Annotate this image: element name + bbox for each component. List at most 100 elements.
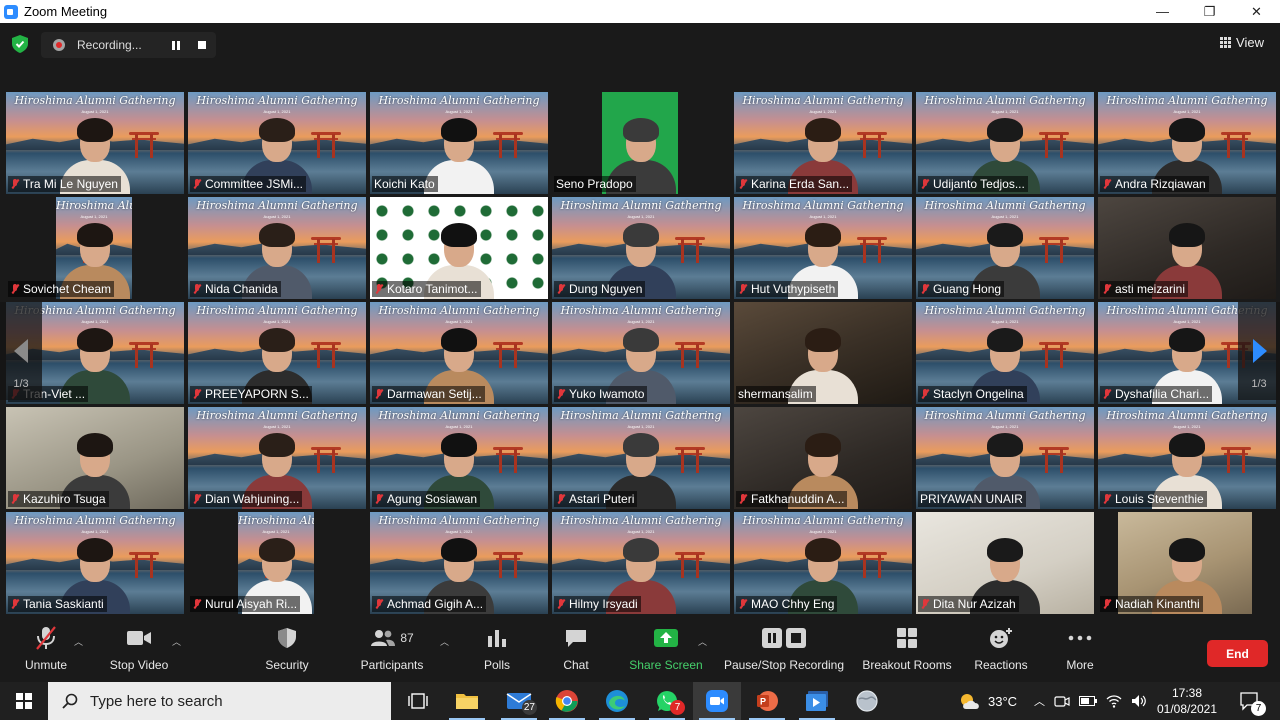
participant-tile[interactable]: Kotaro Tanimot... <box>370 197 548 299</box>
virtual-background-title: Hiroshima Alumni Gathering <box>560 514 722 527</box>
participant-tile[interactable]: shermansalim <box>734 302 912 404</box>
chat-button[interactable]: Chat <box>559 620 593 682</box>
participant-tile[interactable]: Hiroshima Alumni GatheringAugust 1, 2021… <box>6 92 184 194</box>
zoom-taskbar-button[interactable] <box>693 682 741 720</box>
next-page-button[interactable]: 1/3 <box>1238 302 1280 400</box>
virtual-background-title: Hiroshima Alumni Gathering <box>196 304 358 317</box>
participant-tile[interactable]: Hiroshima Alumni GatheringAugust 1, 2021… <box>734 92 912 194</box>
security-button[interactable]: Security <box>262 620 312 682</box>
muted-mic-icon <box>920 388 930 400</box>
participant-tile[interactable]: Hiroshima Alumni GatheringAugust 1, 2021… <box>1098 407 1276 509</box>
participant-tile[interactable]: Hiroshima Alumni GatheringAugust 1, 2021… <box>734 197 912 299</box>
participants-options-caret[interactable]: ︿ <box>440 620 450 647</box>
wifi-icon[interactable] <box>1106 694 1122 708</box>
participant-name-label: Nida Chanida <box>190 281 281 297</box>
participant-tile[interactable]: Hiroshima Alumni GatheringAugust 1, 2021… <box>188 512 366 614</box>
pause-recording-button[interactable] <box>167 36 185 54</box>
video-options-caret[interactable]: ︿ <box>172 620 182 647</box>
end-meeting-button[interactable]: End <box>1207 640 1268 667</box>
whatsapp-button[interactable]: 7 <box>643 682 691 720</box>
pinned-app-button[interactable] <box>843 682 891 720</box>
participant-tile[interactable]: Hiroshima Alumni GatheringAugust 1, 2021… <box>188 197 366 299</box>
participant-tile[interactable]: Fatkhanuddin A... <box>734 407 912 509</box>
share-screen-arrow-icon <box>654 629 678 647</box>
start-button[interactable] <box>0 682 48 720</box>
participant-tile[interactable]: Seno Pradopo <box>552 92 730 194</box>
participants-button[interactable]: 87 Participants <box>356 620 428 682</box>
search-icon <box>62 693 78 709</box>
participant-name-label: Tania Saskianti <box>8 596 107 612</box>
participant-tile[interactable]: Hiroshima Alumni GatheringAugust 1, 2021… <box>916 92 1094 194</box>
participant-name: PREEYAPORN S... <box>205 387 309 401</box>
task-view-button[interactable] <box>394 682 442 720</box>
participant-tile[interactable]: Hiroshima Alumni GatheringAugust 1, 2021… <box>370 92 548 194</box>
participant-tile[interactable]: Hiroshima Alumni GatheringAugust 1, 2021… <box>916 197 1094 299</box>
participant-tile[interactable]: Hiroshima Alumni GatheringAugust 1, 2021… <box>734 512 912 614</box>
torii-gate-graphic <box>493 447 523 473</box>
virtual-background-title: Hiroshima Alumni Gathering <box>560 304 722 317</box>
participant-tile[interactable]: Kazuhiro Tsuga <box>6 407 184 509</box>
stop-video-button[interactable]: Stop Video <box>104 620 174 682</box>
participant-tile[interactable]: Hiroshima Alumni GatheringAugust 1, 2021… <box>370 407 548 509</box>
share-options-caret[interactable]: ︿ <box>698 620 708 647</box>
participant-tile[interactable]: Hiroshima Alumni GatheringAugust 1, 2021… <box>552 407 730 509</box>
participant-tile[interactable]: Hiroshima Alumni GatheringAugust 1, 2021… <box>552 197 730 299</box>
edge-button[interactable] <box>593 682 641 720</box>
powerpoint-button[interactable]: P <box>743 682 791 720</box>
participant-tile[interactable]: Hiroshima Alumni GatheringAugust 1, 2021… <box>370 302 548 404</box>
participant-tile[interactable]: Dita Nur Azizah <box>916 512 1094 614</box>
participant-tile[interactable]: Hiroshima Alumni GatheringAugust 1, 2021… <box>370 512 548 614</box>
participant-tile[interactable]: Hiroshima Alumni GatheringAugust 1, 2021… <box>916 302 1094 404</box>
participant-tile[interactable]: Nadiah Kinanthi <box>1098 512 1276 614</box>
chrome-button[interactable] <box>543 682 591 720</box>
chevron-up-icon[interactable]: ︿ <box>1034 693 1045 709</box>
virtual-background-title: Hiroshima Alumni Gathering <box>378 409 540 422</box>
pause-stop-recording-button[interactable]: Pause/Stop Recording <box>720 620 848 682</box>
restore-button[interactable]: ❐ <box>1186 0 1233 23</box>
mail-button[interactable]: 27 <box>495 682 543 720</box>
participant-name: Koichi Kato <box>374 177 435 191</box>
reactions-button[interactable]: Reactions <box>972 620 1030 682</box>
speaker-icon[interactable] <box>1131 694 1147 708</box>
participant-tile[interactable]: Hiroshima Alumni GatheringAugust 1, 2021… <box>188 407 366 509</box>
torii-gate-graphic <box>311 237 341 263</box>
battery-icon[interactable] <box>1079 696 1097 706</box>
taskbar-clock[interactable]: 17:38 01/08/2021 <box>1156 685 1218 717</box>
task-view-icon <box>408 693 428 709</box>
unmute-button[interactable]: Unmute <box>20 620 72 682</box>
meet-now-icon[interactable] <box>1054 694 1070 708</box>
torii-gate-graphic <box>311 447 341 473</box>
encryption-shield-icon[interactable] <box>12 35 28 53</box>
more-ellipsis-icon <box>1068 635 1092 641</box>
share-screen-button[interactable]: Share Screen <box>626 620 706 682</box>
participant-tile[interactable]: Hiroshima Alumni GatheringAugust 1, 2021… <box>552 512 730 614</box>
participant-tile[interactable]: Hiroshima Alumni GatheringAugust 1, 2021… <box>188 302 366 404</box>
participant-name-label: Dyshafilia Chari... <box>1100 386 1213 402</box>
participant-name: Yuko Iwamoto <box>569 387 645 401</box>
minimize-button[interactable]: — <box>1139 0 1186 23</box>
more-button[interactable]: More <box>1062 620 1098 682</box>
participant-tile[interactable]: asti meizarini <box>1098 197 1276 299</box>
participant-name: Astari Puteri <box>569 492 635 506</box>
participant-tile[interactable]: Hiroshima Alumni GatheringAugust 1, 2021… <box>916 407 1094 509</box>
participant-tile[interactable]: Hiroshima Alumni GatheringAugust 1, 2021… <box>6 512 184 614</box>
previous-page-button[interactable]: 1/3 <box>0 302 42 400</box>
participant-tile[interactable]: Hiroshima Alumni GatheringAugust 1, 2021… <box>1098 92 1276 194</box>
weather-widget[interactable]: 33°C <box>958 682 1017 720</box>
file-explorer-button[interactable] <box>443 682 491 720</box>
view-button[interactable]: View <box>1220 33 1264 51</box>
muted-mic-icon <box>556 598 566 610</box>
media-player-button[interactable] <box>793 682 841 720</box>
polls-button[interactable]: Polls <box>480 620 514 682</box>
participant-tile[interactable]: Hiroshima Alumni GatheringAugust 1, 2021… <box>6 197 184 299</box>
torii-gate-graphic <box>1039 342 1069 368</box>
notification-center-button[interactable]: 7 <box>1230 682 1270 720</box>
close-button[interactable]: ✕ <box>1233 0 1280 23</box>
participant-tile[interactable]: Hiroshima Alumni GatheringAugust 1, 2021… <box>552 302 730 404</box>
participant-tile[interactable]: Hiroshima Alumni GatheringAugust 1, 2021… <box>188 92 366 194</box>
taskbar-search-box[interactable]: Type here to search <box>48 682 391 720</box>
audio-options-caret[interactable]: ︿ <box>74 620 84 647</box>
breakout-rooms-button[interactable]: Breakout Rooms <box>860 620 954 682</box>
virtual-background-title: Hiroshima Alumni Gathering <box>56 199 132 212</box>
stop-recording-button[interactable] <box>193 36 211 54</box>
